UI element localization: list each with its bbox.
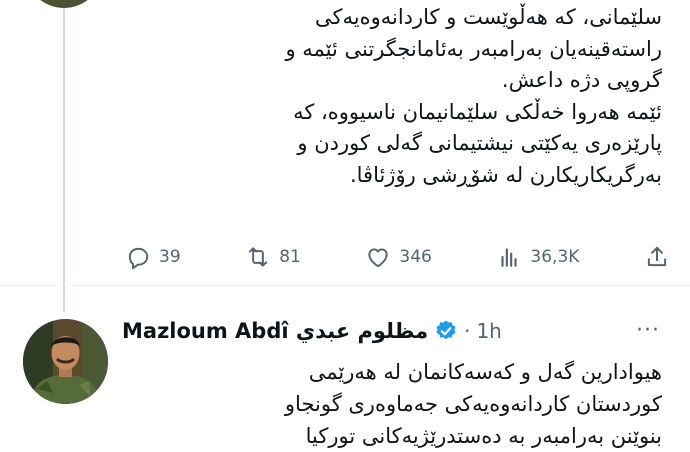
author-row: Mazloum Abdî مظلوم عبدي · 1h xyxy=(122,314,502,348)
retweet-icon xyxy=(249,247,268,267)
verified-badge-icon xyxy=(436,320,456,340)
tweet-text-line: بەرگریکاریکارن لە شۆڕشی رۆژئاڤا. xyxy=(349,162,662,187)
reply-icon xyxy=(128,247,149,270)
tweet-action-bar: 39 81 346 36,3K xyxy=(125,241,670,273)
separator-dot: · xyxy=(464,319,471,343)
tweet-timestamp[interactable]: 1h xyxy=(476,319,501,343)
retweet-count: 81 xyxy=(279,247,301,267)
heart-icon xyxy=(368,248,389,268)
author-name[interactable]: Mazloum Abdî مظلوم عبدي xyxy=(122,319,428,343)
tweet-divider xyxy=(0,285,690,286)
reply-count: 39 xyxy=(159,247,181,267)
like-count: 346 xyxy=(399,247,432,267)
tweet-text-line: گروپی دژە داعش. xyxy=(501,68,662,92)
avatar[interactable] xyxy=(23,319,108,404)
tweet-text-line: بنوێنن بەرامبەر بە دەستدرێژیەکانی تورکیا xyxy=(305,424,662,448)
reply-button[interactable]: 39 xyxy=(125,244,181,270)
tweet-text-line: پارێزەری یەکێتی نیشتیمانی گەلی کوردن و xyxy=(297,131,662,155)
profile-photo xyxy=(23,319,108,404)
share-button[interactable] xyxy=(644,244,670,270)
views-count: 36,3K xyxy=(530,247,580,267)
tweet-text-line: هیوادارین گەل و کەسەکانمان لە هەرێمی xyxy=(308,360,662,384)
tweet-text-line: سلێمانی، کە هەڵوێست و کاردانەوەیەکی xyxy=(314,5,662,29)
more-options-icon[interactable]: ··· xyxy=(636,318,660,343)
tweet-text-line: کوردستان کاردانەوەیەکی جەماوەری گونجاو xyxy=(284,392,662,416)
views-button[interactable]: 36,3K xyxy=(496,244,579,270)
tweet-text: سلێمانی، کە هەڵوێست و کاردانەوەیەکی راست… xyxy=(62,2,662,191)
views-icon xyxy=(501,248,518,267)
like-button[interactable]: 346 xyxy=(365,244,432,270)
tweet-text-line: راستەقینەیان بەرامبەر بەئامانجگرتنی ئێمە… xyxy=(285,36,662,61)
retweet-button[interactable]: 81 xyxy=(245,244,301,270)
tweet-text: هیوادارین گەل و کەسەکانمان لە هەرێمی کور… xyxy=(122,356,662,452)
share-icon xyxy=(647,246,667,267)
tweet-text-line: ئێمە هەروا خەڵکی سلێمانیمان ناسیووە، کە xyxy=(293,99,662,124)
